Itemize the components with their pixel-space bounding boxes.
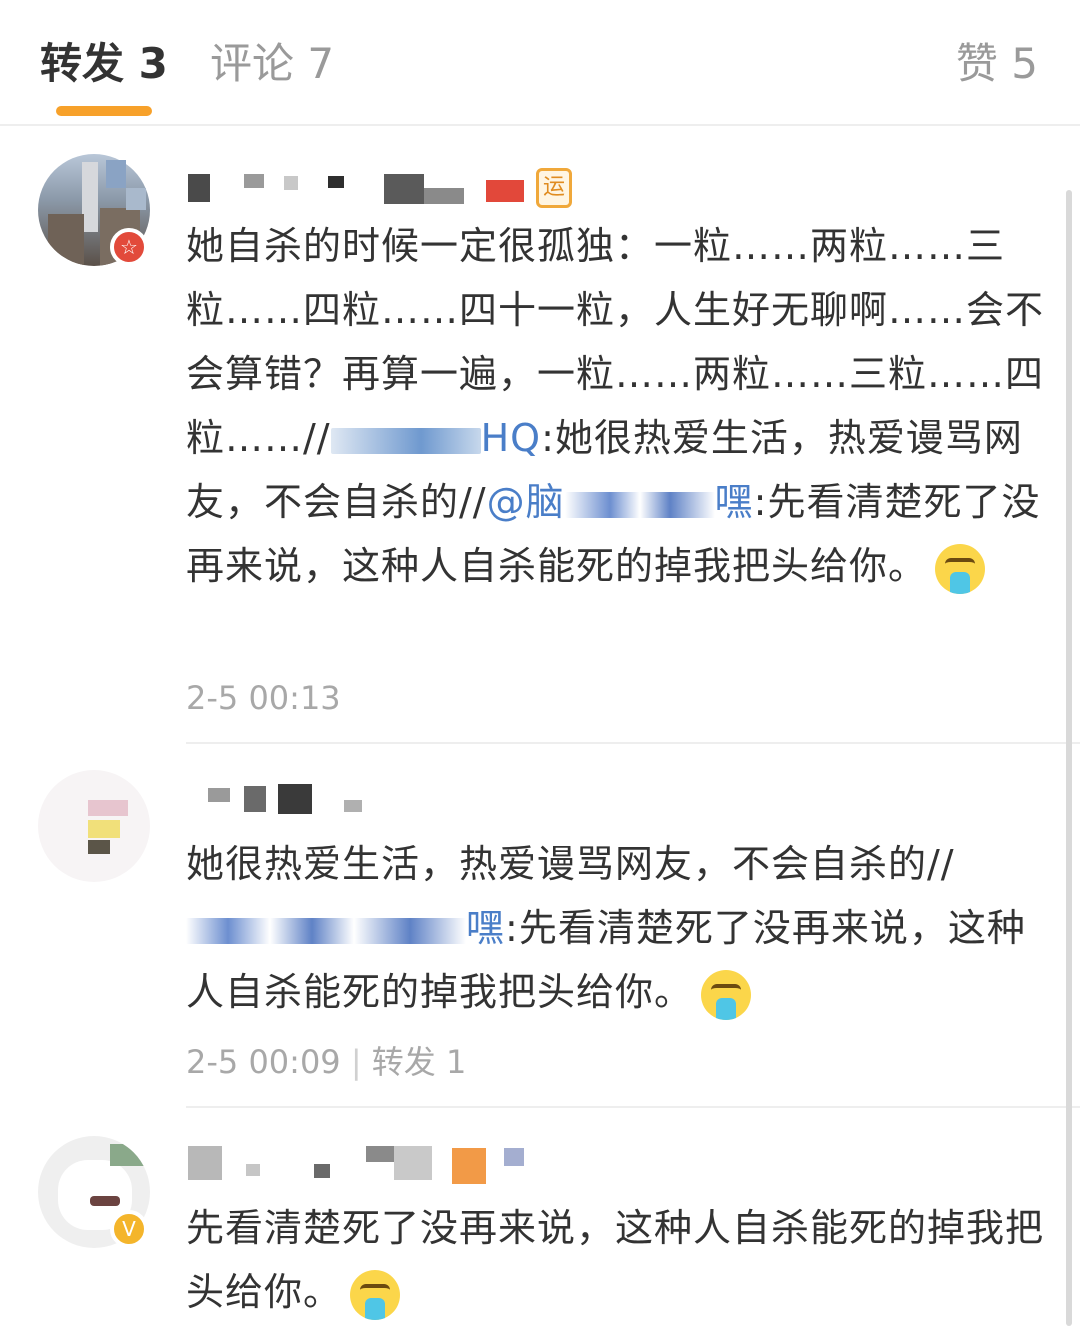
blurred-username: [330, 427, 481, 454]
tab-reposts[interactable]: 转发 3: [40, 36, 168, 92]
username[interactable]: [188, 170, 588, 210]
timestamp: 2-5 00:13: [186, 679, 341, 717]
vomit-emoji-icon: [935, 543, 986, 594]
mention-link[interactable]: @脑: [487, 480, 565, 524]
level-badge-icon: 运: [536, 168, 572, 208]
vomit-emoji-icon: [350, 1269, 401, 1320]
post-meta: 2-5 00:09 | 转发 1: [186, 1042, 466, 1082]
avatar[interactable]: [38, 770, 150, 882]
divider: [186, 1106, 1080, 1108]
blurred-username: [186, 917, 466, 944]
pixelated-block: [126, 188, 146, 210]
meta-separator: |: [350, 1043, 362, 1081]
avatar-detail: [48, 214, 84, 266]
tab-bar: 转发 3 评论 7 赞 5: [0, 0, 1080, 126]
verified-gold-icon: V: [110, 1210, 148, 1248]
tab-comments[interactable]: 评论 7: [210, 36, 334, 92]
repost-text: 她自杀的时候一定很孤独：一粒……两粒……三粒……四粒……四十一粒，人生好无聊啊……: [186, 214, 1046, 598]
repost-count-link[interactable]: 转发 1: [372, 1043, 467, 1081]
vomit-emoji-icon: [701, 969, 752, 1020]
badge-red-icon: ☆: [110, 228, 148, 266]
username[interactable]: [188, 784, 388, 824]
mention-link[interactable]: HQ: [481, 416, 541, 460]
mention-link[interactable]: 嘿: [466, 906, 505, 950]
pixelated-block: [106, 160, 126, 188]
username[interactable]: [188, 1144, 548, 1184]
blurred-username: [564, 491, 715, 518]
active-tab-indicator: [56, 106, 152, 116]
repost-text: 先看清楚死了没再来说，这种人自杀能死的掉我把头给你。: [186, 1196, 1046, 1324]
mention-link[interactable]: 嘿: [715, 480, 754, 524]
divider: [186, 742, 1080, 744]
repost-text-part: 先看清楚死了没再来说，这种人自杀能死的掉我把头给你。: [186, 1206, 1045, 1314]
scrollbar[interactable]: [1066, 190, 1072, 1326]
tab-likes[interactable]: 赞 5: [956, 36, 1038, 92]
avatar-detail: [82, 162, 98, 232]
repost-text: 她很热爱生活，热爱谩骂网友，不会自杀的//嘿:先看清楚死了没再来说，这种人自杀能…: [186, 832, 1046, 1024]
timestamp: 2-5 00:09: [186, 1043, 341, 1081]
repost-text-part: 她很热爱生活，热爱谩骂网友，不会自杀的//: [186, 842, 955, 886]
